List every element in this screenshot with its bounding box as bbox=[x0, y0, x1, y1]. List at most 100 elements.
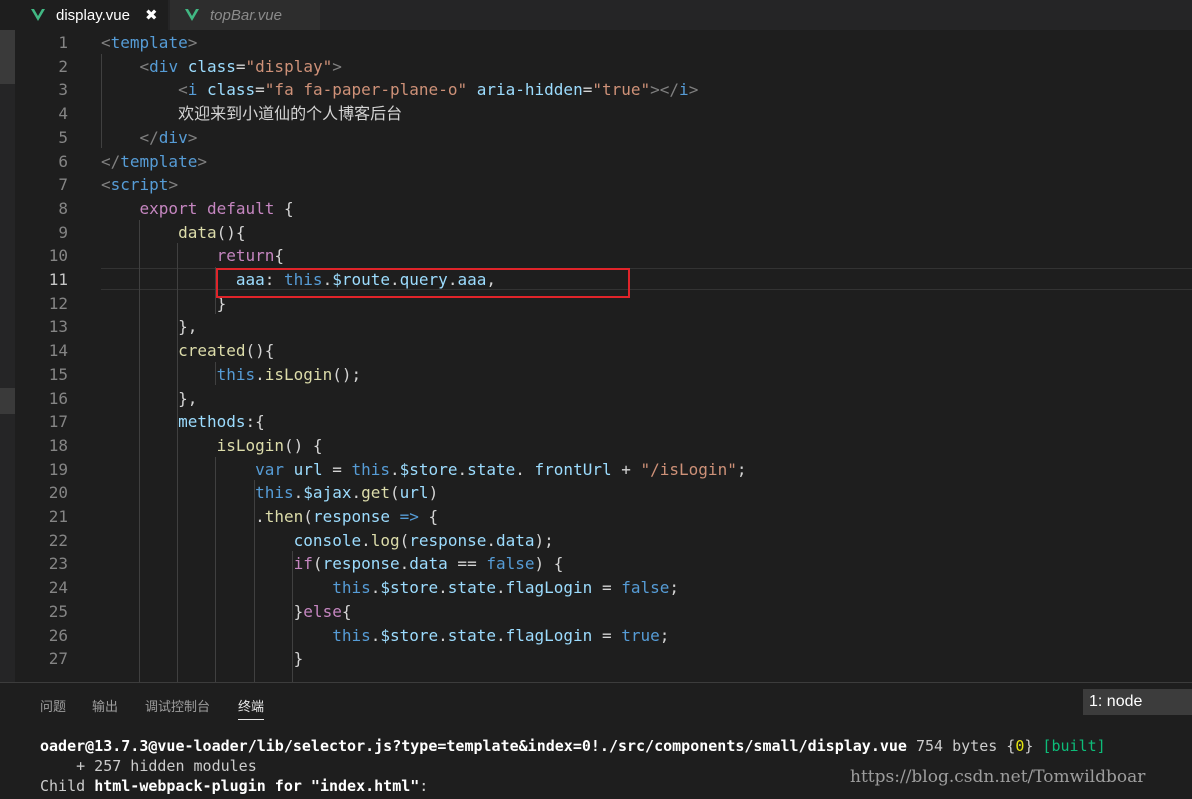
code-text: console.log(response.data); bbox=[293, 530, 554, 550]
tab-topbar-vue[interactable]: topBar.vue bbox=[170, 0, 320, 30]
line-number: 14 bbox=[48, 341, 68, 361]
line-number: 20 bbox=[48, 483, 68, 503]
code-line: 1 <template> bbox=[15, 31, 1192, 55]
code-text: if(response.data == false) { bbox=[293, 554, 564, 574]
terminal-line: + 257 hidden modules bbox=[40, 757, 257, 775]
line-number: 15 bbox=[48, 364, 68, 384]
line-number: 21 bbox=[48, 507, 68, 526]
tab-label: display.vue bbox=[56, 6, 130, 24]
line-number: 7 bbox=[58, 175, 68, 195]
scroll-marker bbox=[0, 30, 15, 84]
line-number: 3 bbox=[58, 80, 68, 100]
line-number: 5 bbox=[58, 127, 68, 147]
code-line: 26 this.$store.state.flagLogin = true; bbox=[15, 624, 1192, 648]
line-number: 6 bbox=[58, 151, 68, 171]
code-line: 5 </div> bbox=[15, 126, 1192, 150]
close-icon[interactable]: ✖ bbox=[145, 6, 158, 24]
line-number: 24 bbox=[48, 578, 68, 598]
code-text: this.$ajax.get(url) bbox=[255, 483, 439, 503]
code-line: 24 this.$store.state.flagLogin = false; bbox=[15, 576, 1192, 600]
line-number: 26 bbox=[48, 625, 68, 645]
code-text: } bbox=[101, 649, 304, 669]
code-line: 18 isLogin() { bbox=[15, 434, 1192, 458]
line-number: 2 bbox=[58, 56, 68, 76]
line-number: 4 bbox=[58, 104, 68, 124]
line-number: 25 bbox=[48, 601, 68, 621]
code-text: var url = this.$store.state. frontUrl + … bbox=[255, 459, 747, 479]
code-line: 14 created(){ bbox=[15, 339, 1192, 363]
line-number: 16 bbox=[48, 388, 68, 408]
terminal-select[interactable]: 1: node bbox=[1083, 689, 1192, 715]
editor-left-gutter bbox=[0, 30, 15, 682]
line-number: 13 bbox=[48, 317, 68, 337]
scroll-marker bbox=[0, 388, 15, 414]
line-number: 1 bbox=[58, 33, 68, 52]
line-number: 18 bbox=[48, 435, 68, 455]
code-line: 22 console.log(response.data); bbox=[15, 529, 1192, 553]
code-line: 25 }else{ bbox=[15, 600, 1192, 624]
code-text: methods:{ bbox=[178, 412, 265, 432]
code-line: 10 return{ bbox=[15, 244, 1192, 268]
code-text: created(){ bbox=[178, 341, 275, 361]
line-number: 23 bbox=[48, 554, 68, 574]
code-line: 4 欢迎来到小道仙的个人博客后台 bbox=[15, 102, 1192, 126]
line-number: 17 bbox=[48, 412, 68, 432]
editor-tab-bar: display.vue ✖ topBar.vue bbox=[0, 0, 1192, 30]
code-text: .then(response => { bbox=[101, 507, 439, 526]
line-number: 9 bbox=[58, 222, 68, 242]
vue-file-icon bbox=[184, 7, 200, 23]
code-text: } bbox=[101, 293, 227, 313]
code-line: 8 export default { bbox=[15, 197, 1192, 221]
tab-terminal[interactable]: 终端 bbox=[238, 696, 265, 720]
code-text: <script> bbox=[101, 175, 179, 195]
code-text: }, bbox=[101, 317, 198, 337]
code-text: data(){ bbox=[178, 222, 246, 242]
code-text: this.$store.state.flagLogin = false; bbox=[332, 578, 680, 598]
code-line: 3 <i class="fa fa-paper-plane-o" aria-hi… bbox=[15, 78, 1192, 102]
code-line: 16 }, bbox=[15, 387, 1192, 411]
code-text: return{ bbox=[216, 246, 285, 266]
line-number: 8 bbox=[58, 198, 68, 218]
code-line: 9 data(){ bbox=[15, 221, 1192, 245]
code-text: </div> bbox=[139, 127, 198, 147]
code-line: 6 </template> bbox=[15, 150, 1192, 174]
line-number: 22 bbox=[48, 530, 68, 550]
annotation-highlight-box bbox=[216, 268, 630, 298]
tab-debug-console[interactable]: 调试控制台 bbox=[145, 696, 210, 715]
code-text: </template> bbox=[101, 151, 207, 171]
terminal-line: oader@13.7.3@vue-loader/lib/selector.js?… bbox=[40, 737, 1106, 755]
code-text: <div class="display"> bbox=[139, 56, 342, 76]
code-text: this.$store.state.flagLogin = true; bbox=[332, 625, 670, 645]
tab-display-vue[interactable]: display.vue ✖ bbox=[0, 0, 168, 30]
code-text: <template> bbox=[101, 33, 198, 52]
code-line: 15 this.isLogin(); bbox=[15, 363, 1192, 387]
code-line: 13 }, bbox=[15, 315, 1192, 339]
tab-output[interactable]: 输出 bbox=[92, 696, 118, 715]
code-editor[interactable]: 1 <template> 2 <div class="display"> 3 <i c… bbox=[15, 30, 1192, 682]
code-text: this.isLogin(); bbox=[216, 364, 362, 384]
code-line: 2 <div class="display"> bbox=[15, 55, 1192, 79]
code-line: 21 .then(response => { bbox=[15, 505, 1192, 529]
code-line: 27 } bbox=[15, 647, 1192, 671]
line-number: 19 bbox=[48, 459, 68, 479]
code-line: 19 var url = this.$store.state. frontUrl… bbox=[15, 458, 1192, 482]
line-number: 11 bbox=[48, 270, 68, 289]
code-line: 17 methods:{ bbox=[15, 410, 1192, 434]
code-text: }, bbox=[101, 388, 198, 408]
watermark: https://blog.csdn.net/Tomwildboar bbox=[850, 767, 1146, 787]
code-text: 欢迎来到小道仙的个人博客后台 bbox=[178, 104, 403, 124]
code-line: 23 if(response.data == false) { bbox=[15, 552, 1192, 576]
line-number: 27 bbox=[48, 649, 68, 669]
line-number: 10 bbox=[48, 246, 68, 266]
code-text: }else{ bbox=[101, 601, 352, 621]
code-text: isLogin() { bbox=[216, 435, 323, 455]
terminal-line: Child html-webpack-plugin for "index.htm… bbox=[40, 777, 429, 795]
line-number: 12 bbox=[48, 293, 68, 313]
tab-label: topBar.vue bbox=[210, 6, 282, 24]
tab-problems[interactable]: 问题 bbox=[40, 696, 66, 715]
code-text: <i class="fa fa-paper-plane-o" aria-hidd… bbox=[178, 80, 699, 100]
code-line: 20 this.$ajax.get(url) bbox=[15, 481, 1192, 505]
vue-file-icon bbox=[30, 7, 46, 23]
code-line: 7 <script> bbox=[15, 173, 1192, 197]
code-text: export default { bbox=[139, 198, 294, 218]
